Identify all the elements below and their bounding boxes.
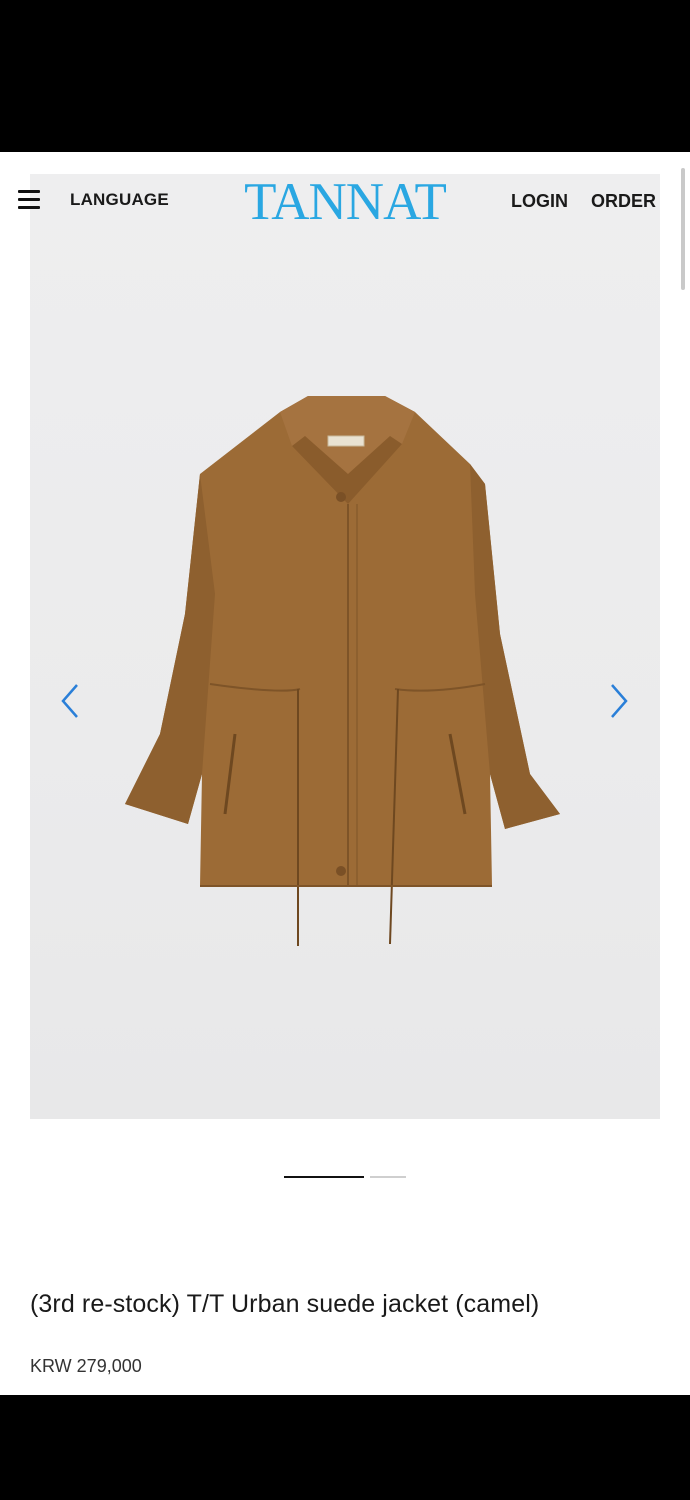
language-link[interactable]: LANGUAGE	[70, 190, 169, 210]
product-image	[30, 174, 660, 1119]
chevron-right-icon	[611, 684, 628, 718]
navigation-bar-area	[0, 1395, 690, 1500]
slide-indicator-1[interactable]	[284, 1176, 364, 1178]
brand-logo[interactable]: TANNAT	[232, 172, 458, 232]
next-slide-button[interactable]	[604, 679, 634, 723]
order-link[interactable]: ORDER	[591, 191, 656, 212]
hamburger-menu-icon[interactable]	[18, 190, 40, 210]
prev-slide-button[interactable]	[55, 679, 85, 723]
product-title: (3rd re-stock) T/T Urban suede jacket (c…	[30, 1290, 540, 1318]
slide-indicators	[0, 1176, 690, 1180]
chevron-left-icon	[61, 684, 78, 718]
site-header: LANGUAGE TANNAT LOGIN ORDER	[0, 152, 690, 242]
product-page: LANGUAGE TANNAT LOGIN ORDER (3rd re-stoc…	[0, 152, 690, 1395]
login-link[interactable]: LOGIN	[511, 191, 568, 212]
slide-indicator-2[interactable]	[370, 1176, 406, 1178]
status-bar-area	[0, 0, 690, 152]
product-price: KRW 279,000	[30, 1356, 142, 1376]
jacket-illustration	[125, 396, 560, 946]
